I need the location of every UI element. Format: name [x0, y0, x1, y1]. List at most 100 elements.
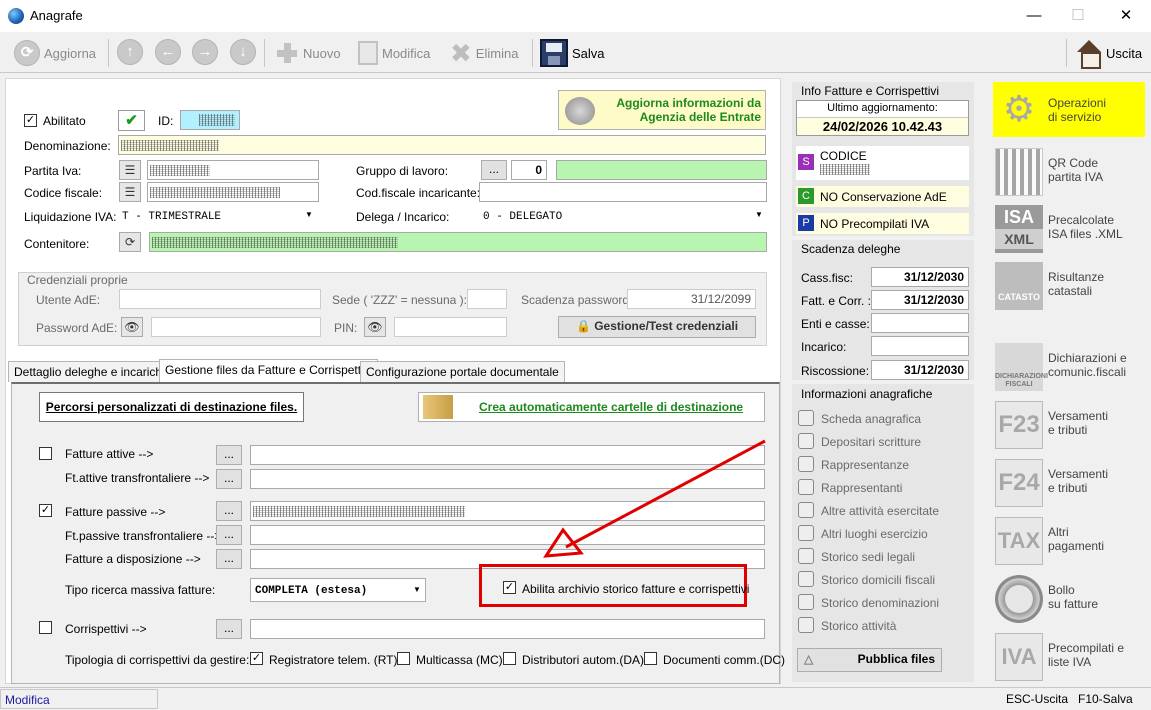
ft-passive-tf-browse[interactable]: ...	[216, 525, 242, 545]
denominazione-input[interactable]	[118, 135, 766, 155]
fatture-attive-browse[interactable]: ...	[216, 445, 242, 465]
rt-checkbox[interactable]: ✓	[250, 652, 263, 665]
anag-item-label[interactable]: Storico denominazioni	[821, 596, 939, 610]
corrispettivi-path[interactable]	[250, 619, 765, 639]
corrispettivi-checkbox[interactable]	[39, 621, 52, 634]
dropdown-arrow-icon[interactable]: ▼	[755, 210, 763, 219]
anag-item-label[interactable]: Rappresentanti	[821, 481, 902, 495]
anag-checkbox[interactable]	[798, 548, 814, 564]
lookup-document-icon[interactable]: ☰	[119, 160, 141, 180]
catasto-button[interactable]: CATASTO Risultanze catastali	[995, 262, 1145, 312]
f24-button[interactable]: F24 Versamenti e tributi	[995, 459, 1145, 509]
tab-gestione-files[interactable]: Gestione files da Fatture e Corrispettiv…	[159, 359, 379, 383]
utente-input[interactable]	[119, 289, 321, 309]
bollo-button[interactable]: Bollo su fatture	[995, 575, 1145, 625]
password-input[interactable]	[151, 317, 321, 337]
anag-checkbox[interactable]	[798, 617, 814, 633]
isa-xml-button[interactable]: ISA XML Precalcolate ISA files .XML	[995, 205, 1145, 255]
delete-button[interactable]: ✖ Elimina	[450, 37, 518, 69]
anag-item-label[interactable]: Storico sedi legali	[821, 550, 915, 564]
scadenza-input[interactable]: 31/12/2099	[627, 289, 756, 309]
cf-incaricante-input[interactable]	[479, 182, 767, 202]
da-checkbox[interactable]	[503, 652, 516, 665]
anag-item-label[interactable]: Storico domicili fiscali	[821, 573, 935, 587]
gestione-credenziali-button[interactable]: 🔒 Gestione/Test credenziali	[558, 316, 756, 338]
fatture-passive-checkbox[interactable]: ✓	[39, 504, 52, 517]
anag-item-label[interactable]: Altri luoghi esercizio	[821, 527, 928, 541]
anag-checkbox[interactable]	[798, 502, 814, 518]
new-button[interactable]: Nuovo	[275, 37, 341, 69]
tab-configurazione-portale[interactable]: Configurazione portale documentale	[360, 361, 565, 382]
anag-checkbox[interactable]	[798, 525, 814, 541]
fatture-passive-browse[interactable]: ...	[216, 501, 242, 521]
mc-checkbox[interactable]	[397, 652, 410, 665]
precompilati-iva-button[interactable]: IVA Precompilati e liste IVA	[995, 633, 1145, 683]
anag-checkbox[interactable]	[798, 571, 814, 587]
fatture-passive-path[interactable]	[250, 501, 765, 521]
cass-fisc-value[interactable]: 31/12/2030	[871, 267, 969, 287]
sede-input[interactable]	[467, 289, 507, 309]
dropdown-arrow-icon[interactable]: ▼	[305, 210, 313, 219]
percorsi-button[interactable]: Percorsi personalizzati di destinazione …	[39, 392, 304, 422]
anag-checkbox[interactable]	[798, 410, 814, 426]
dichiarazioni-button[interactable]: DICHIARAZIONI FISCALI Dichiarazioni e co…	[995, 343, 1145, 393]
fatture-attive-path[interactable]	[250, 445, 765, 465]
enabled-checkbox[interactable]: ✓	[24, 114, 37, 127]
anag-checkbox[interactable]	[798, 479, 814, 495]
anag-item-label[interactable]: Scheda anagrafica	[821, 412, 921, 426]
pubblica-files-button[interactable]: △ Pubblica files	[797, 648, 942, 672]
arrow-down-icon[interactable]: ↓	[230, 39, 256, 65]
maximize-button[interactable]: ☐	[1056, 4, 1100, 28]
anag-checkbox[interactable]	[798, 456, 814, 472]
liquidazione-select[interactable]: T - TRIMESTRALE	[122, 211, 221, 223]
anag-checkbox[interactable]	[798, 433, 814, 449]
refresh-icon[interactable]: ⟳	[119, 232, 141, 252]
arrow-up-icon[interactable]: ↑	[117, 39, 143, 65]
ft-passive-tf-path[interactable]	[250, 525, 765, 545]
anag-item-label[interactable]: Depositari scritture	[821, 435, 921, 449]
refresh-button[interactable]: ⟳ Aggiorna	[14, 37, 96, 69]
anag-item-label[interactable]: Altre attività esercitate	[821, 504, 939, 518]
archivio-storico-checkbox[interactable]: ✓	[503, 581, 516, 594]
fatt-corr-value[interactable]: 31/12/2030	[871, 290, 969, 310]
incarico-value[interactable]	[871, 336, 969, 356]
corrispettivi-browse[interactable]: ...	[216, 619, 242, 639]
lookup-document-icon[interactable]: ☰	[119, 182, 141, 202]
ade-update-button[interactable]: Aggiorna informazioni da Agenzia delle E…	[558, 90, 766, 130]
eye-icon[interactable]: 👁	[364, 317, 386, 337]
tax-button[interactable]: TAX Altri pagamenti	[995, 517, 1145, 567]
ft-attive-tf-browse[interactable]: ...	[216, 469, 242, 489]
arrow-left-icon[interactable]: ←	[155, 39, 181, 65]
exit-button[interactable]: Uscita	[1076, 37, 1142, 69]
id-field[interactable]	[180, 110, 240, 130]
anag-item-label[interactable]: Rappresentanze	[821, 458, 909, 472]
delega-select[interactable]: 0 - DELEGATO	[483, 211, 562, 223]
eye-icon[interactable]: 👁	[121, 317, 143, 337]
fatture-disp-browse[interactable]: ...	[216, 549, 242, 569]
save-button[interactable]: Salva	[540, 37, 605, 69]
tab-dettaglio-deleghe[interactable]: Dettaglio deleghe e incarichi	[8, 361, 171, 382]
confirm-check-icon[interactable]: ✔	[118, 110, 145, 131]
crea-cartelle-button[interactable]: Crea automaticamente cartelle di destina…	[418, 392, 765, 422]
edit-button[interactable]: Modifica	[358, 37, 430, 69]
dc-checkbox[interactable]	[644, 652, 657, 665]
arrow-right-icon[interactable]: →	[192, 39, 218, 65]
pin-input[interactable]	[394, 317, 507, 337]
codice-fiscale-input[interactable]	[147, 182, 319, 202]
minimize-button[interactable]: —	[1012, 4, 1056, 28]
fatture-attive-checkbox[interactable]	[39, 447, 52, 460]
partita-iva-input[interactable]	[147, 160, 319, 180]
qrcode-button[interactable]: QR Code partita IVA	[995, 148, 1145, 198]
enti-casse-value[interactable]	[871, 313, 969, 333]
gruppo-id-input[interactable]: 0	[511, 160, 547, 180]
anag-checkbox[interactable]	[798, 594, 814, 610]
contenitore-input[interactable]	[149, 232, 767, 252]
gruppo-browse-button[interactable]: ...	[481, 160, 507, 180]
tipo-ricerca-select[interactable]: COMPLETA (estesa) ▼	[250, 578, 426, 602]
close-button[interactable]: ✕	[1104, 4, 1148, 28]
f23-button[interactable]: F23 Versamenti e tributi	[995, 401, 1145, 451]
riscossione-value[interactable]: 31/12/2030	[871, 360, 969, 380]
gruppo-name-input[interactable]	[556, 160, 767, 180]
operazioni-servizio-button[interactable]: ⚙ Operazioni di servizio	[995, 86, 1145, 136]
anag-item-label[interactable]: Storico attività	[821, 619, 896, 633]
